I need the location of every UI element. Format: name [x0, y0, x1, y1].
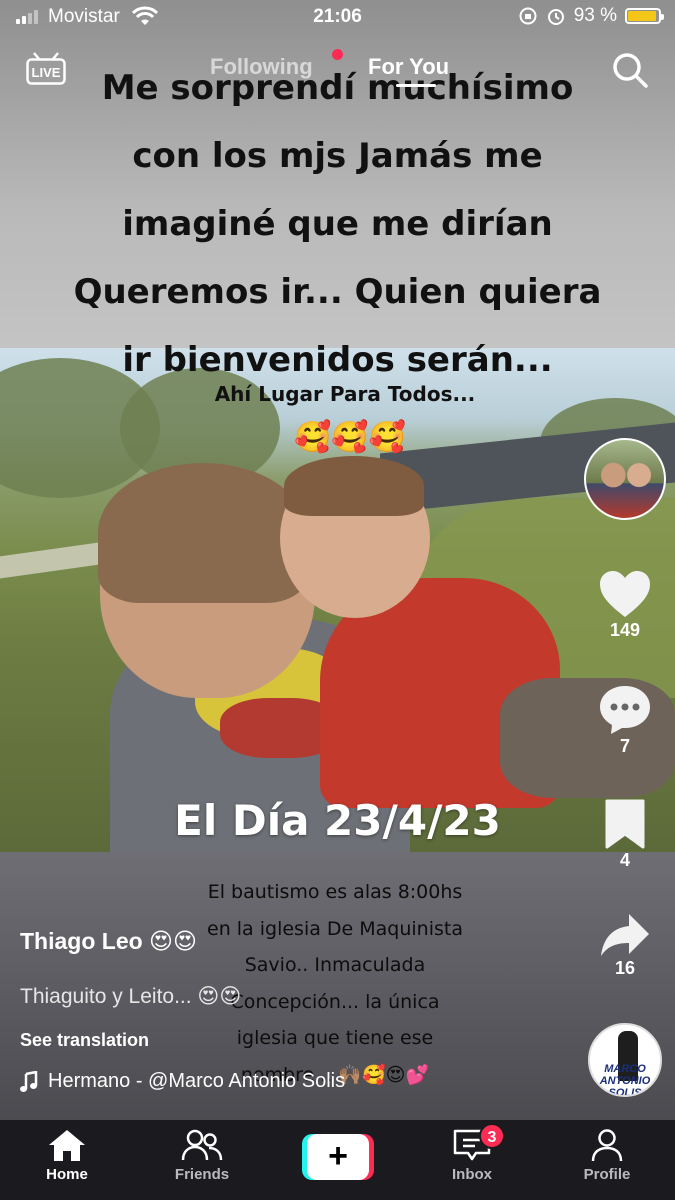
creator-avatar[interactable]: [584, 438, 666, 520]
caption-subtitle: Ahí Lugar Para Todos...: [214, 382, 476, 406]
see-translation-link[interactable]: See translation: [20, 1030, 149, 1051]
child-left-hair: [98, 463, 308, 603]
music-info[interactable]: Hermano - @Marco Antonio Solis: [20, 1070, 345, 1093]
music-title: Hermano - @Marco Antonio Solis: [48, 1070, 346, 1092]
date-overlay: El Día 23/4/23: [174, 796, 501, 845]
comment-count: 7: [619, 736, 630, 756]
heart-icon: [600, 571, 650, 617]
video-caption: Me sorprendí muchísimo con los mjs Jamás…: [0, 54, 675, 394]
share-count: 16: [614, 958, 636, 978]
music-note-icon: [20, 1070, 38, 1092]
notification-dot: [332, 49, 343, 60]
info-line: iglesia que tiene ese: [236, 1027, 434, 1049]
bookmark-icon: [605, 799, 645, 849]
bottom-nav: Home Friends + Inbox 3 Profile: [0, 1120, 675, 1200]
status-right: 93 %: [518, 5, 664, 27]
caption-emoji: 🥰🥰🥰: [293, 421, 407, 454]
share-icon: [601, 914, 649, 956]
nav-inbox[interactable]: Inbox: [422, 1128, 522, 1183]
plus-icon: +: [307, 1134, 369, 1180]
nav-profile-label: Profile: [583, 1166, 631, 1183]
creator-username[interactable]: Thiago Leo 😍😍: [20, 928, 197, 955]
profile-icon: [591, 1129, 623, 1162]
inbox-badge: 3: [479, 1123, 505, 1149]
live-label: LIVE: [32, 65, 61, 80]
caption-line: Queremos ir... Quien quiera: [73, 272, 602, 312]
post-description[interactable]: Thiaguito y Leito... 😍😍: [20, 984, 241, 1009]
music-disc[interactable]: MARCO ANTONIO SOLIS: [588, 1023, 662, 1097]
like-count: 149: [609, 620, 641, 640]
search-icon[interactable]: [610, 50, 650, 90]
alarm-icon: [547, 9, 564, 25]
share-button[interactable]: 16: [580, 912, 670, 979]
battery-icon: [625, 8, 664, 24]
friends-icon: [181, 1129, 223, 1161]
child-right-hair: [284, 456, 424, 516]
like-button[interactable]: 149: [580, 570, 670, 641]
nav-home-label: Home: [46, 1166, 88, 1183]
caption-line: con los mjs Jamás me: [132, 136, 543, 176]
info-line: El bautismo es alas 8:00hs: [207, 881, 463, 903]
battery-level: [628, 11, 656, 21]
live-icon[interactable]: LIVE: [26, 52, 66, 86]
save-count: 4: [619, 850, 630, 870]
comment-icon: [600, 686, 650, 734]
info-line: en la iglesia De Maquinista: [207, 917, 463, 940]
comment-button[interactable]: 7: [580, 684, 670, 757]
caption-line: imaginé que me dirían: [122, 204, 553, 244]
top-nav: LIVE Following For You: [0, 46, 675, 96]
nav-home[interactable]: Home: [17, 1128, 117, 1183]
nav-friends[interactable]: Friends: [152, 1128, 252, 1183]
create-button[interactable]: +: [302, 1134, 374, 1180]
nav-friends-label: Friends: [174, 1166, 230, 1183]
info-line: Savio.. Inmaculada: [244, 954, 426, 976]
rotation-lock-icon: [519, 7, 537, 25]
save-button[interactable]: 4: [580, 798, 670, 871]
home-icon: [49, 1130, 85, 1161]
nav-inbox-label: Inbox: [452, 1166, 492, 1183]
disc-label: MARCO ANTONIO SOLIS: [599, 1063, 651, 1097]
nav-profile[interactable]: Profile: [557, 1128, 657, 1183]
battery-percent: 93 %: [573, 5, 617, 26]
active-tab-indicator: [396, 84, 436, 87]
tab-following[interactable]: Following: [210, 54, 313, 80]
status-bar: Movistar 21:06 93 %: [0, 0, 675, 34]
tab-for-you[interactable]: For You: [368, 54, 449, 80]
